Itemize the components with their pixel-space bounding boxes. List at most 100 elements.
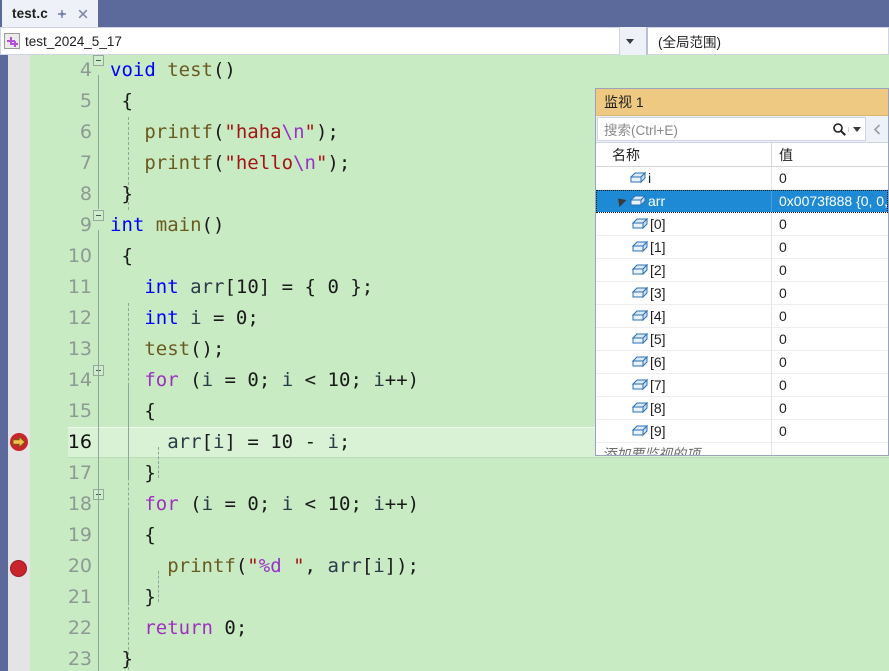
pin-icon[interactable] [55, 7, 69, 21]
line-number: 7 [79, 152, 92, 174]
line-number: 10 [67, 245, 92, 267]
watch-row-value[interactable]: 0 [772, 351, 888, 374]
watch-row[interactable]: i 0 [596, 166, 888, 190]
project-dropdown[interactable]: test_2024_5_17 [0, 27, 620, 55]
watch-row-value[interactable]: 0 [772, 213, 888, 236]
watch-window-title-bar[interactable]: 监视 1 [596, 89, 888, 116]
code-line[interactable]: 18 for (i = 0; i < 10; i++) [30, 489, 889, 520]
line-text: } [110, 183, 133, 205]
watch-row-name-cell[interactable]: [4] [596, 304, 772, 328]
watch-window[interactable]: 监视 1 搜索(Ctrl+E) 名称 值 i 0 arr 0x0073f888 … [595, 88, 889, 456]
watch-row-value[interactable]: 0 [772, 397, 888, 420]
variable-icon [630, 309, 650, 323]
variable-icon [630, 378, 650, 392]
line-text: for (i = 0; i < 10; i++) [144, 369, 420, 391]
watch-row-value[interactable]: 0 [772, 259, 888, 282]
watch-row-value[interactable]: 0 [772, 420, 888, 443]
code-line[interactable]: 22 return 0; [30, 613, 889, 644]
execution-arrow-icon[interactable] [9, 432, 29, 452]
watch-row[interactable]: [5] 0 [596, 327, 888, 351]
code-line[interactable]: 23 } [30, 644, 889, 671]
line-number: 8 [79, 183, 92, 205]
line-text: { [144, 400, 156, 422]
line-number: 17 [67, 462, 92, 484]
chevron-down-icon [853, 126, 861, 132]
line-text: } [144, 462, 156, 484]
line-number: 19 [67, 524, 92, 546]
watch-row[interactable]: [6] 0 [596, 350, 888, 374]
watch-row-name-cell[interactable]: [8] [596, 396, 772, 420]
watch-row-value[interactable]: 0x0073f888 {0, 0, [772, 190, 888, 213]
line-text: printf("hello\n"); [144, 152, 351, 174]
search-icon[interactable] [830, 122, 848, 137]
watch-row[interactable]: [8] 0 [596, 396, 888, 420]
editor-tab-test-c[interactable]: test.c [2, 0, 98, 27]
watch-row-value[interactable]: 0 [772, 167, 888, 190]
line-number: 23 [67, 648, 92, 670]
add-watch-row[interactable]: 添加要监视的项 [596, 442, 888, 455]
watch-row-value[interactable]: 0 [772, 236, 888, 259]
search-input[interactable]: 搜索(Ctrl+E) [597, 117, 866, 141]
add-watch-placeholder[interactable]: 添加要监视的项 [596, 442, 772, 455]
watch-nav-back-button[interactable] [866, 116, 888, 142]
column-header-name[interactable]: 名称 [596, 142, 772, 167]
watch-row[interactable]: [9] 0 [596, 419, 888, 443]
watch-row[interactable]: [3] 0 [596, 281, 888, 305]
watch-row-name-cell[interactable]: [3] [596, 281, 772, 305]
watch-row[interactable]: [2] 0 [596, 258, 888, 282]
close-icon[interactable] [76, 7, 90, 21]
editor-glyph-margin[interactable] [8, 55, 30, 671]
watch-row-value[interactable]: 0 [772, 328, 888, 351]
watch-row-name-cell[interactable]: [1] [596, 235, 772, 259]
line-number: 16 [67, 431, 92, 453]
code-line[interactable]: 4 void test() [30, 55, 889, 86]
line-number: 13 [67, 338, 92, 360]
code-line[interactable]: 17 } [30, 458, 889, 489]
watch-row-name-cell[interactable]: [9] [596, 419, 772, 443]
watch-row-name-cell[interactable]: [5] [596, 327, 772, 351]
project-dropdown-toggle[interactable] [620, 27, 640, 55]
code-line[interactable]: 19 { [30, 520, 889, 551]
code-line[interactable]: 20 printf("%d ", arr[i]); [30, 551, 889, 582]
watch-row-name-cell[interactable]: [6] [596, 350, 772, 374]
variable-icon [630, 263, 650, 277]
scope-dropdown[interactable]: (全局范围) [646, 27, 889, 55]
search-placeholder: 搜索(Ctrl+E) [604, 123, 678, 138]
watch-row[interactable]: [4] 0 [596, 304, 888, 328]
watch-row-name-cell[interactable]: [7] [596, 373, 772, 397]
variable-icon [630, 355, 650, 369]
expand-collapse-toggle[interactable] [612, 194, 628, 208]
breakpoint-icon[interactable] [10, 560, 27, 577]
line-text: int main() [110, 214, 225, 236]
watch-grid[interactable]: 名称 值 i 0 arr 0x0073f888 {0, 0, [0] 0 [1]… [596, 142, 888, 455]
column-header-value[interactable]: 值 [772, 143, 888, 167]
watch-row-name-cell[interactable]: [0] [596, 212, 772, 236]
watch-row[interactable]: [1] 0 [596, 235, 888, 259]
watch-row-name: [2] [650, 262, 666, 278]
watch-row-value[interactable]: 0 [772, 374, 888, 397]
watch-row-name-cell[interactable]: i [596, 166, 772, 190]
watch-row-value[interactable]: 0 [772, 305, 888, 328]
editor-tab-strip: test.c [0, 0, 889, 27]
watch-row-name-cell[interactable]: arr [596, 189, 772, 213]
watch-row-name: [1] [650, 239, 666, 255]
watch-grid-header: 名称 值 [596, 142, 888, 167]
watch-row-value[interactable]: 0 [772, 282, 888, 305]
watch-row-name: [9] [650, 423, 666, 439]
watch-row-name-cell[interactable]: [2] [596, 258, 772, 282]
variable-icon [630, 401, 650, 415]
watch-row-name: [4] [650, 308, 666, 324]
watch-row[interactable]: [7] 0 [596, 373, 888, 397]
watch-row-selected[interactable]: arr 0x0073f888 {0, 0, [596, 189, 888, 213]
watch-row[interactable]: [0] 0 [596, 212, 888, 236]
variable-icon [630, 240, 650, 254]
line-number: 20 [67, 555, 92, 577]
visual-studio-window: test.c test_2024_5_17 (全局范围) 4 void test… [0, 0, 889, 671]
line-number: 4 [79, 59, 92, 81]
line-text: printf("%d ", arr[i]); [167, 555, 419, 577]
code-line[interactable]: 21 } [30, 582, 889, 613]
line-text: int i = 0; [144, 307, 259, 329]
search-options-dropdown[interactable] [848, 126, 865, 132]
watch-row-name: [7] [650, 377, 666, 393]
project-icon [4, 33, 20, 49]
